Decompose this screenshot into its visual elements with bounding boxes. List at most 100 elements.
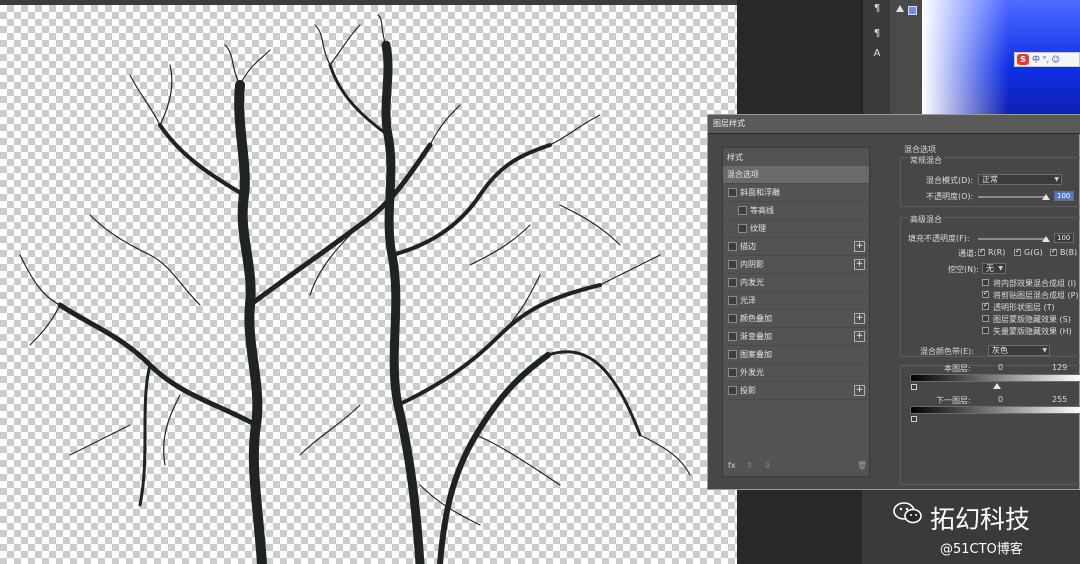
style-label: 混合选项 bbox=[727, 170, 759, 179]
advanced-option-checkbox[interactable] bbox=[982, 315, 989, 322]
style-item[interactable]: 等高线 bbox=[723, 202, 869, 220]
side-tool-panel: ¶ ¶ A bbox=[862, 0, 891, 114]
advanced-option-checkbox[interactable] bbox=[982, 301, 989, 310]
blend-if-group bbox=[900, 365, 1080, 485]
channel-label: R(R) bbox=[988, 248, 1006, 257]
fill-opacity-label: 填充不透明度(F): bbox=[908, 234, 970, 243]
this-layer-white-value: 129 bbox=[1052, 363, 1068, 372]
fx-icon[interactable]: fx bbox=[728, 461, 736, 470]
move-down-icon[interactable]: ⇩ bbox=[764, 461, 771, 470]
this-layer-black-slider[interactable] bbox=[911, 384, 917, 390]
style-label: 描边 bbox=[740, 242, 756, 251]
style-label: 图案叠加 bbox=[740, 350, 772, 359]
fill-opacity-input[interactable]: 100 bbox=[1054, 233, 1074, 243]
style-checkbox[interactable] bbox=[728, 242, 737, 251]
add-style-icon[interactable]: + bbox=[854, 241, 865, 252]
blend-mode-label: 混合模式(D): bbox=[926, 176, 974, 185]
chevron-down-icon: ▼ bbox=[1042, 347, 1047, 354]
blend-if-value: 灰色 bbox=[992, 346, 1008, 355]
color-swatch-icon[interactable] bbox=[908, 6, 917, 15]
style-checkbox[interactable] bbox=[728, 314, 737, 323]
style-checkbox[interactable] bbox=[728, 386, 737, 395]
style-item[interactable]: 描边 + bbox=[723, 238, 869, 256]
this-layer-white-slider[interactable] bbox=[993, 383, 1001, 389]
channel-checkbox[interactable] bbox=[978, 247, 985, 256]
watermark-name: 拓幻科技 bbox=[930, 505, 1031, 534]
add-style-icon[interactable]: + bbox=[854, 313, 865, 324]
add-style-icon[interactable]: + bbox=[854, 259, 865, 270]
style-checkbox[interactable] bbox=[728, 332, 737, 341]
blend-if-select[interactable]: 灰色 ▼ bbox=[988, 345, 1050, 356]
move-up-icon[interactable]: ⇧ bbox=[746, 461, 753, 470]
style-checkbox[interactable] bbox=[728, 188, 737, 197]
style-item[interactable]: 纹理 bbox=[723, 220, 869, 238]
general-blending-title: 常规混合 bbox=[908, 155, 944, 166]
opacity-slider-thumb[interactable] bbox=[1042, 194, 1050, 200]
blend-if-label: 混合颜色带(E): bbox=[920, 347, 974, 356]
fill-opacity-slider[interactable] bbox=[978, 238, 1048, 240]
blend-mode-select[interactable]: 正常 ▼ bbox=[978, 174, 1062, 185]
style-checkbox[interactable] bbox=[728, 368, 737, 377]
channel-checkbox[interactable] bbox=[1014, 247, 1021, 256]
style-item[interactable]: 投影 + bbox=[723, 382, 869, 400]
opacity-input[interactable]: 100 bbox=[1054, 191, 1074, 201]
style-label: 颜色叠加 bbox=[740, 314, 772, 323]
ime-toolbar[interactable]: S 中 °, ☺ bbox=[1014, 52, 1080, 67]
style-checkbox[interactable] bbox=[738, 206, 747, 215]
advanced-option-checkbox[interactable] bbox=[982, 289, 989, 298]
glyphs-icon[interactable]: A bbox=[871, 48, 883, 60]
style-checkbox[interactable] bbox=[738, 224, 747, 233]
style-item[interactable]: 内发光 bbox=[723, 274, 869, 292]
style-item[interactable]: 渐变叠加 + bbox=[723, 328, 869, 346]
document-canvas[interactable] bbox=[0, 5, 737, 564]
chevron-down-icon: ▼ bbox=[1054, 176, 1059, 183]
channel-checkbox[interactable] bbox=[1050, 247, 1057, 256]
panel-column bbox=[890, 0, 922, 114]
style-label: 纹理 bbox=[750, 224, 766, 233]
style-checkbox[interactable] bbox=[728, 296, 737, 305]
styles-list: 样式 混合选项 斜面和浮雕 等高线 纹理 描边 + 内阴影 + 内发光 光泽 颜色叠加 + 渐变叠加 + 图… bbox=[722, 147, 870, 477]
advanced-blending-title: 高级混合 bbox=[908, 214, 944, 225]
style-label: 外发光 bbox=[740, 368, 764, 377]
paragraph-icon[interactable]: ¶ bbox=[871, 3, 883, 15]
style-label: 内发光 bbox=[740, 278, 764, 287]
advanced-option-label: 图层蒙版隐藏效果 (S) bbox=[993, 315, 1071, 324]
style-item[interactable]: 图案叠加 bbox=[723, 346, 869, 364]
style-item[interactable]: 外发光 bbox=[723, 364, 869, 382]
character-style-icon[interactable]: ¶ bbox=[871, 28, 883, 40]
tree-branches-image bbox=[19, 14, 691, 564]
style-checkbox[interactable] bbox=[728, 278, 737, 287]
style-item[interactable]: 内阴影 + bbox=[723, 256, 869, 274]
blending-options-title: 混合选项 bbox=[904, 145, 936, 154]
trash-icon[interactable]: 🗑 bbox=[857, 461, 867, 470]
advanced-option-label: 矢量蒙版隐藏效果 (H) bbox=[993, 327, 1072, 336]
opacity-slider[interactable] bbox=[978, 196, 1048, 198]
channel-label: G(G) bbox=[1024, 248, 1043, 257]
fill-opacity-slider-thumb[interactable] bbox=[1042, 236, 1050, 242]
advanced-option-checkbox[interactable] bbox=[982, 327, 989, 334]
underlying-layer-label: 下一图层: bbox=[936, 396, 971, 405]
channel-label: B(B) bbox=[1060, 248, 1078, 257]
add-style-icon[interactable]: + bbox=[854, 385, 865, 396]
style-item[interactable]: 斜面和浮雕 bbox=[723, 184, 869, 202]
underlying-black-slider[interactable] bbox=[911, 416, 917, 422]
style-label: 斜面和浮雕 bbox=[740, 188, 780, 197]
dialog-titlebar[interactable]: 图层样式 bbox=[708, 115, 1080, 134]
style-item[interactable]: 混合选项 bbox=[723, 166, 869, 184]
style-item[interactable]: 颜色叠加 + bbox=[723, 310, 869, 328]
style-label: 光泽 bbox=[740, 296, 756, 305]
style-checkbox[interactable] bbox=[728, 260, 737, 269]
ime-status: 中 °, ☺ bbox=[1032, 55, 1060, 64]
styles-header: 样式 bbox=[727, 153, 743, 162]
add-style-icon[interactable]: + bbox=[854, 331, 865, 342]
watermark-source: @51CTO博客 bbox=[940, 542, 1023, 557]
knockout-select[interactable]: 无 ▼ bbox=[982, 263, 1006, 274]
advanced-option-label: 将剪贴图层混合成组 (P) bbox=[993, 291, 1079, 300]
dialog-title: 图层样式 bbox=[713, 119, 745, 128]
style-checkbox[interactable] bbox=[728, 350, 737, 359]
blend-mode-value: 正常 bbox=[982, 175, 998, 184]
advanced-option-checkbox[interactable] bbox=[982, 279, 989, 286]
style-item[interactable]: 光泽 bbox=[723, 292, 869, 310]
blending-options-panel: 混合选项 常规混合 混合模式(D): 正常 ▼ 不透明度(O): 100 高级混… bbox=[878, 139, 1080, 485]
style-label: 渐变叠加 bbox=[740, 332, 772, 341]
